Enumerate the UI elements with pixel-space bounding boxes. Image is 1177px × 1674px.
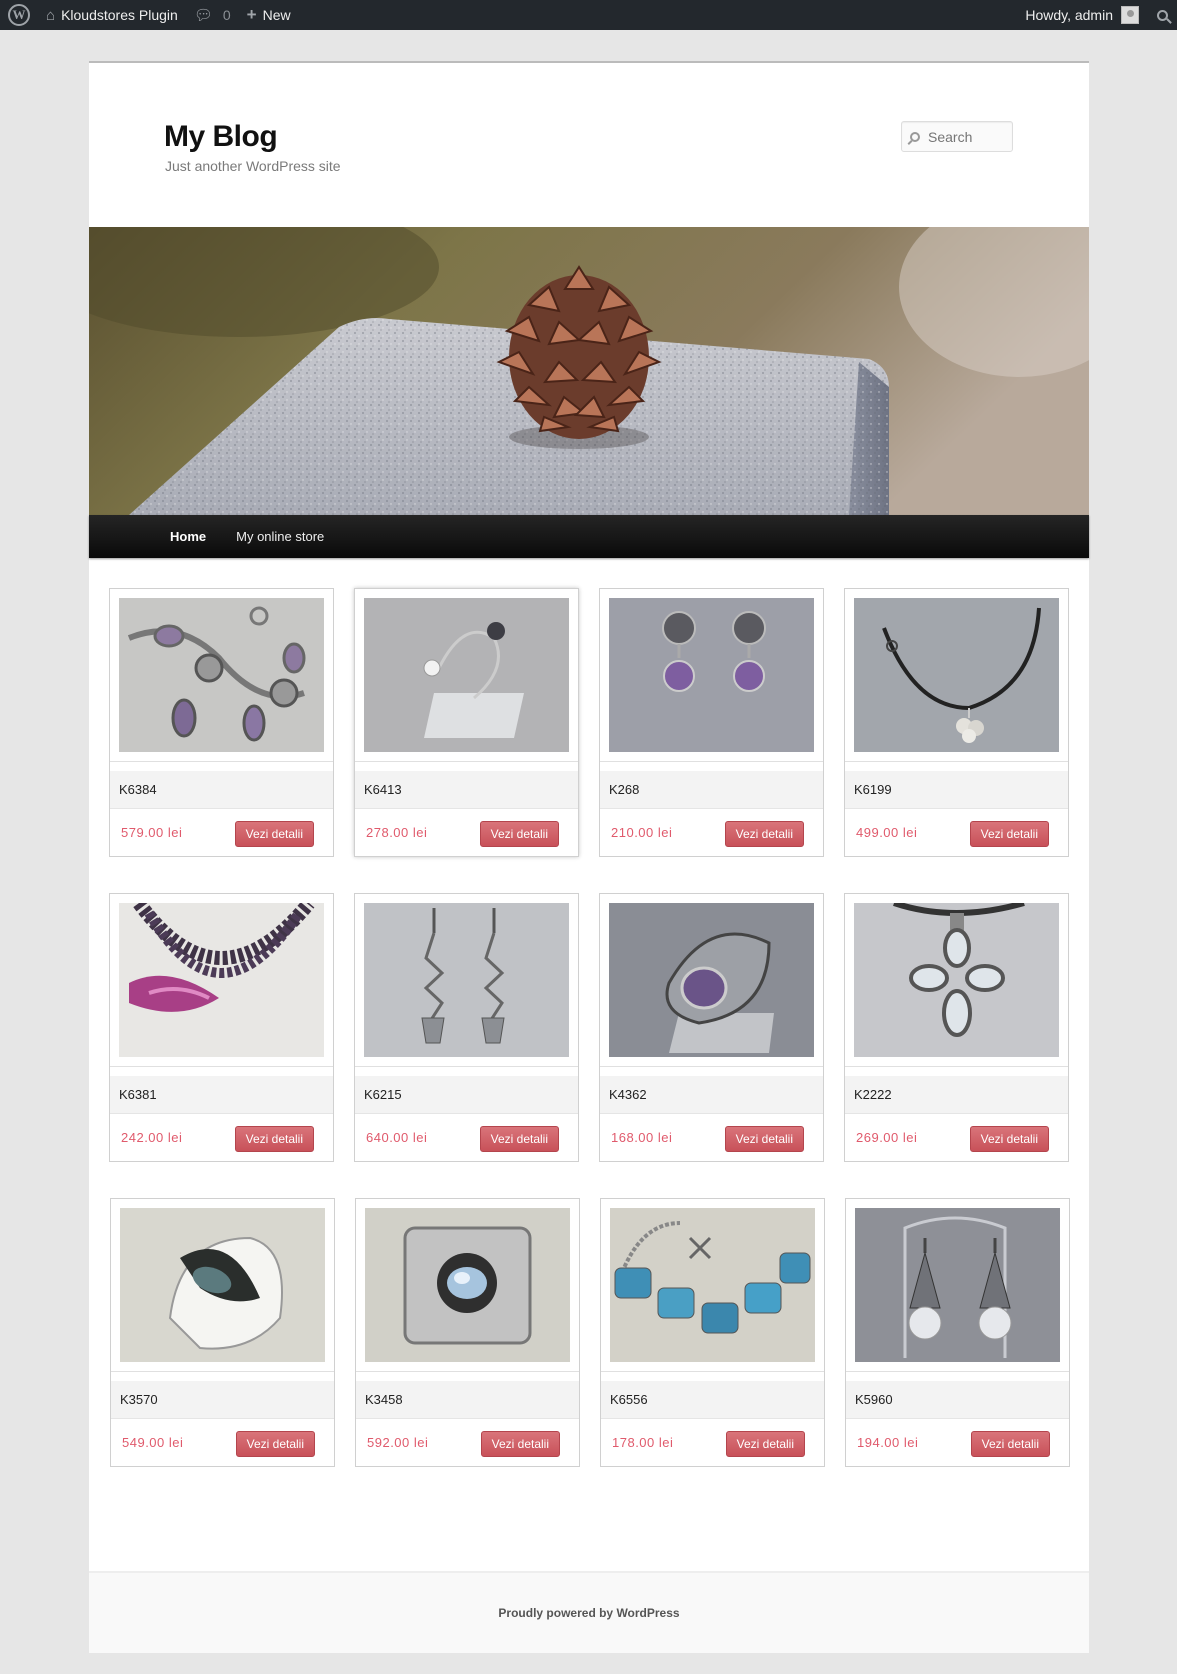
powered-by-link[interactable]: Proudly powered by WordPress — [498, 1606, 679, 1620]
avatar — [1121, 6, 1139, 24]
product-card[interactable]: K4362 168.00 lei Vezi detalii — [599, 893, 824, 1162]
product-price: 579.00 lei — [121, 825, 183, 840]
product-card[interactable]: K6215 640.00 lei Vezi detalii — [354, 893, 579, 1162]
view-details-button[interactable]: Vezi detalii — [969, 1126, 1049, 1152]
product-price: 269.00 lei — [856, 1130, 918, 1145]
plus-icon: + — [246, 5, 257, 24]
site-name-label: Kloudstores Plugin — [61, 7, 178, 23]
howdy-label: Howdy, admin — [1025, 7, 1113, 23]
product-price: 499.00 lei — [856, 825, 918, 840]
product-name[interactable]: K3570 — [111, 1381, 334, 1419]
product-name[interactable]: K268 — [600, 771, 823, 809]
product-image[interactable] — [120, 1208, 325, 1362]
product-image[interactable] — [364, 903, 569, 1057]
product-image[interactable] — [364, 598, 569, 752]
comments-count: 0 — [222, 7, 231, 23]
view-details-button[interactable]: Vezi detalii — [234, 1126, 314, 1152]
product-card[interactable]: K6199 499.00 lei Vezi detalii — [844, 588, 1069, 857]
view-details-button[interactable]: Vezi detalii — [480, 1431, 560, 1457]
product-price: 242.00 lei — [121, 1130, 183, 1145]
site-footer: Proudly powered by WordPress — [89, 1571, 1089, 1653]
product-name[interactable]: K3458 — [356, 1381, 579, 1419]
view-details-button[interactable]: Vezi detalii — [724, 1126, 804, 1152]
product-image[interactable] — [119, 903, 324, 1057]
product-name[interactable]: K6381 — [110, 1076, 333, 1114]
product-price: 194.00 lei — [857, 1435, 919, 1450]
product-image[interactable] — [854, 903, 1059, 1057]
product-image[interactable] — [365, 1208, 570, 1362]
product-card[interactable]: K6556 178.00 lei Vezi detalii — [600, 1198, 825, 1467]
new-label: New — [262, 7, 291, 23]
product-name[interactable]: K5960 — [846, 1381, 1069, 1419]
product-price: 640.00 lei — [366, 1130, 428, 1145]
product-image[interactable] — [610, 1208, 815, 1362]
view-details-button[interactable]: Vezi detalii — [725, 1431, 805, 1457]
view-details-button[interactable]: Vezi detalii — [724, 821, 804, 847]
view-details-button[interactable]: Vezi detalii — [479, 1126, 559, 1152]
new-content-menu[interactable]: + New — [239, 0, 299, 30]
site-description: Just another WordPress site — [165, 158, 341, 174]
nav-item-my-online-store[interactable]: My online store — [221, 529, 339, 544]
comment-bubble-icon: 💬︎ — [193, 7, 213, 24]
product-name[interactable]: K6199 — [845, 771, 1068, 809]
site-header: My Blog Just another WordPress site — [89, 63, 1089, 227]
home-icon: ⌂ — [46, 6, 56, 24]
product-image[interactable] — [609, 903, 814, 1057]
product-price: 168.00 lei — [611, 1130, 673, 1145]
view-details-button[interactable]: Vezi detalii — [235, 1431, 315, 1457]
search-form — [901, 121, 1013, 152]
product-image[interactable] — [855, 1208, 1060, 1362]
main-navigation: Home My online store — [89, 515, 1089, 558]
product-name[interactable]: K6384 — [110, 771, 333, 809]
product-image[interactable] — [609, 598, 814, 752]
product-card[interactable]: K6381 242.00 lei Vezi detalii — [109, 893, 334, 1162]
wordpress-logo-icon: W — [8, 4, 30, 26]
product-card[interactable]: K3458 592.00 lei Vezi detalii — [355, 1198, 580, 1467]
product-price: 178.00 lei — [612, 1435, 674, 1450]
product-name[interactable]: K4362 — [600, 1076, 823, 1114]
view-details-button[interactable]: Vezi detalii — [234, 821, 314, 847]
product-price: 278.00 lei — [366, 825, 428, 840]
pinecone-header-picture — [89, 227, 1089, 515]
product-image[interactable] — [854, 598, 1059, 752]
product-name[interactable]: K6413 — [355, 771, 578, 809]
product-card[interactable]: K268 210.00 lei Vezi detalii — [599, 588, 824, 857]
comments-menu[interactable]: 💬︎ 0 — [186, 0, 239, 30]
product-image[interactable] — [119, 598, 324, 752]
product-name[interactable]: K6556 — [601, 1381, 824, 1419]
wordpress-logo-menu[interactable]: W — [0, 0, 38, 30]
site-name-menu[interactable]: ⌂ Kloudstores Plugin — [38, 0, 186, 30]
header-image[interactable] — [89, 227, 1089, 515]
search-icon — [1156, 9, 1168, 21]
product-card[interactable]: K6384 579.00 lei Vezi detalii — [109, 588, 334, 857]
product-price: 592.00 lei — [367, 1435, 429, 1450]
product-card[interactable]: K3570 549.00 lei Vezi detalii — [110, 1198, 335, 1467]
site-title[interactable]: My Blog — [164, 120, 278, 154]
admin-bar: W ⌂ Kloudstores Plugin 💬︎ 0 + New Howdy,… — [0, 0, 1177, 30]
view-details-button[interactable]: Vezi detalii — [479, 821, 559, 847]
product-card[interactable]: K6413 278.00 lei Vezi detalii — [354, 588, 579, 857]
search-input[interactable] — [928, 128, 1008, 145]
product-name[interactable]: K2222 — [845, 1076, 1068, 1114]
search-icon — [910, 131, 920, 142]
product-card[interactable]: K5960 194.00 lei Vezi detalii — [845, 1198, 1070, 1467]
product-price: 210.00 lei — [611, 825, 673, 840]
product-name[interactable]: K6215 — [355, 1076, 578, 1114]
product-card[interactable]: K2222 269.00 lei Vezi detalii — [844, 893, 1069, 1162]
my-account-menu[interactable]: Howdy, admin — [1017, 0, 1147, 30]
page: My Blog Just another WordPress site Sear… — [89, 61, 1089, 1653]
product-price: 549.00 lei — [122, 1435, 184, 1450]
adminbar-search-button[interactable] — [1147, 0, 1177, 30]
view-details-button[interactable]: Vezi detalii — [970, 1431, 1050, 1457]
view-details-button[interactable]: Vezi detalii — [969, 821, 1049, 847]
nav-item-home[interactable]: Home — [155, 529, 221, 544]
